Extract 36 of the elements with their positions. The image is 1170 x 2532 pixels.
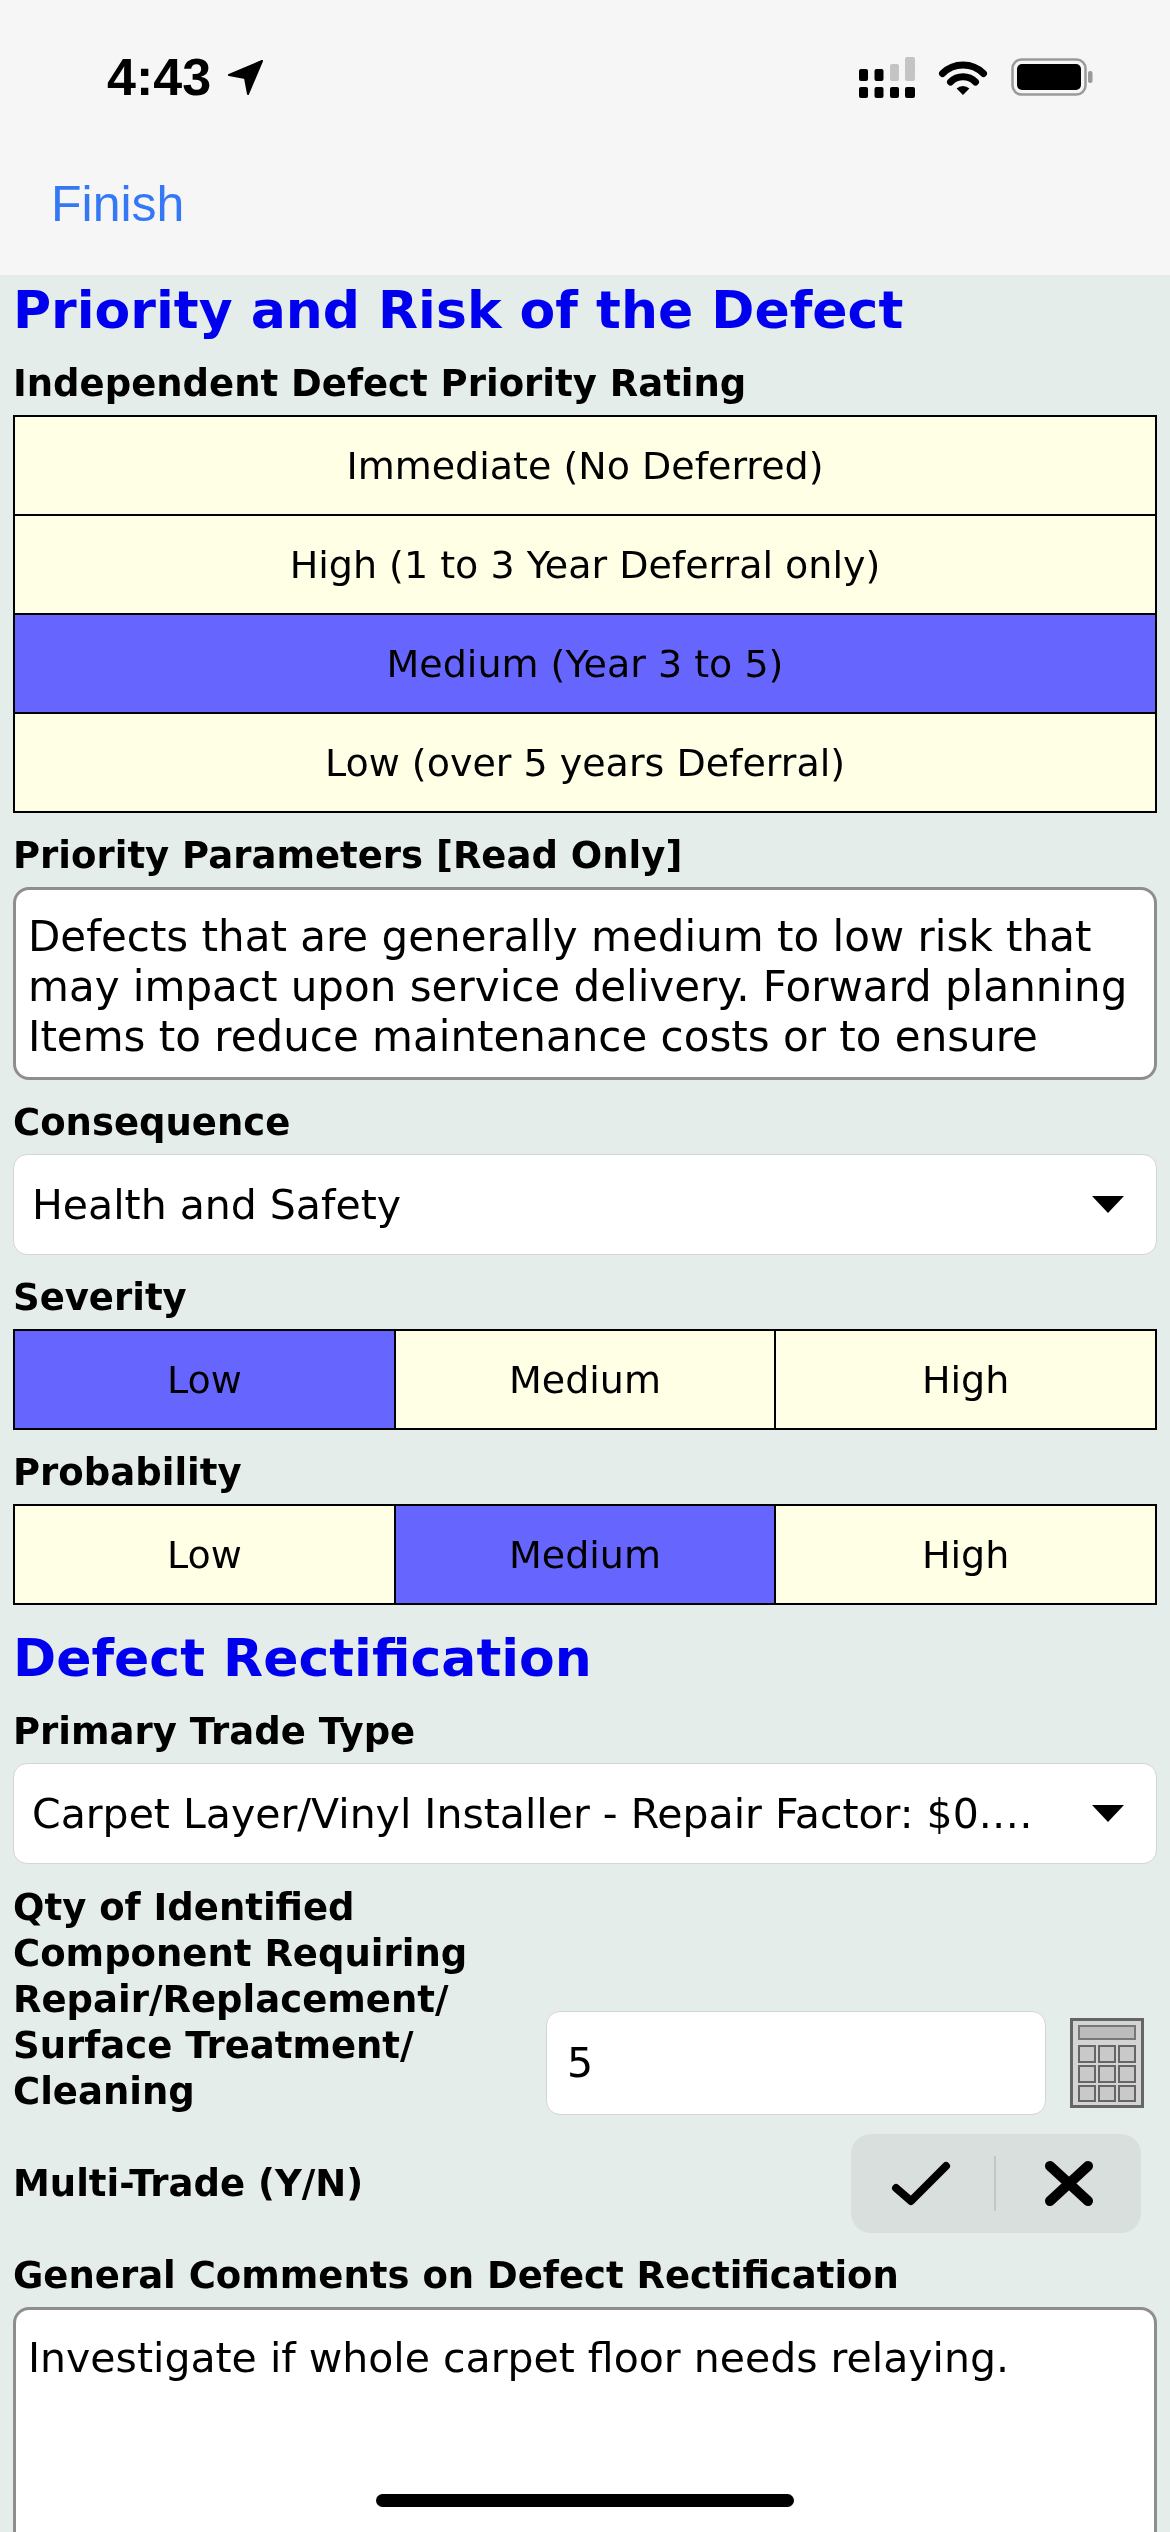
battery-icon bbox=[1011, 58, 1093, 96]
field-label: Independent Defect Priority Rating bbox=[13, 361, 748, 407]
section-heading: Defect Rectification bbox=[13, 1627, 593, 1689]
field-label: Priority Parameters [Read Only] bbox=[13, 833, 684, 879]
field-label: Consequence bbox=[13, 1100, 292, 1146]
clock-time: 4:43 bbox=[107, 47, 212, 107]
signal-icon bbox=[859, 56, 915, 98]
rating-option[interactable]: Medium (Year 3 to 5) bbox=[15, 615, 1155, 712]
segment-option[interactable]: Medium bbox=[395, 1331, 775, 1428]
caret-icon bbox=[1092, 1196, 1124, 1213]
comment-text-field[interactable]: Investigate if whole carpet floor needs relaying. bbox=[13, 2307, 1157, 2532]
rating-option[interactable]: Low (over 5 years Deferral) bbox=[15, 714, 1155, 811]
quantity-input-field[interactable]: 5 bbox=[546, 2011, 1046, 2115]
dropdown-field[interactable]: Health and Safety bbox=[13, 1154, 1157, 1255]
field-label: Primary Trade Type bbox=[13, 1709, 417, 1755]
segment-option[interactable]: Low bbox=[15, 1331, 394, 1428]
caret-icon bbox=[1092, 1805, 1124, 1822]
segment-option[interactable]: Medium bbox=[395, 1506, 775, 1603]
segment-option[interactable]: High bbox=[776, 1506, 1155, 1603]
field-label: Severity bbox=[13, 1275, 188, 1321]
field-label: Qty of Identified Component Requiring Repair/Replacement/ Surface Treatment/ Cleaning bbox=[13, 1885, 469, 2115]
read-only-text-field[interactable]: Defects that are generally medium to low risk that may impact upon service delivery. Forward planning Items to reduce maintenance costs or to ensure bbox=[13, 887, 1157, 1080]
dropdown-field[interactable]: Carpet Layer/Vinyl Installer - Repair Factor: $0.… bbox=[13, 1763, 1157, 1864]
segment-option[interactable]: Low bbox=[15, 1506, 394, 1603]
rating-option[interactable]: High (1 to 3 Year Deferral only) bbox=[15, 516, 1155, 613]
check-icon bbox=[891, 2161, 951, 2206]
x-icon bbox=[1044, 2160, 1094, 2207]
field-label: General Comments on Defect Rectification bbox=[13, 2253, 900, 2299]
rating-option[interactable]: Immediate (No Deferred) bbox=[15, 417, 1155, 514]
field-label: Multi-Trade (Y/N) bbox=[13, 2160, 364, 2207]
location-arrow-icon bbox=[227, 58, 265, 96]
finish-button[interactable]: Finish bbox=[47, 176, 189, 232]
segment-option[interactable]: High bbox=[776, 1331, 1155, 1428]
calculator-icon[interactable] bbox=[1070, 2018, 1144, 2108]
field-label: Probability bbox=[13, 1450, 243, 1496]
section-heading: Priority and Risk of the Defect bbox=[13, 279, 905, 341]
